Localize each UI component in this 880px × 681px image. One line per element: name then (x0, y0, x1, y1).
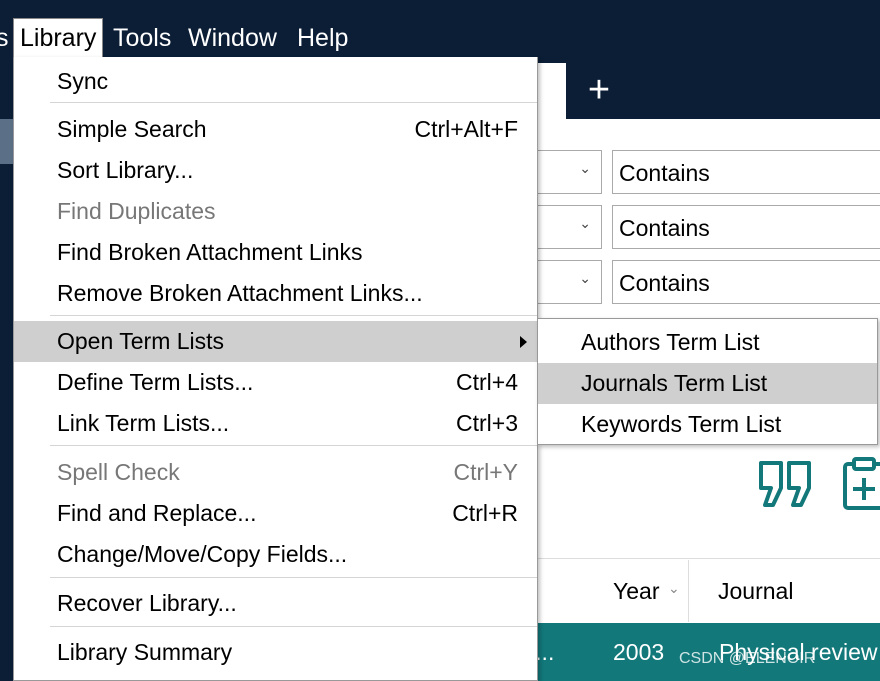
menu-separator (50, 626, 537, 627)
menu-item-remove-broken-links[interactable]: Remove Broken Attachment Links... (14, 273, 537, 314)
submenu-item-journals-term-list[interactable]: Journals Term List (538, 363, 877, 404)
menu-item-library[interactable]: Library (13, 18, 104, 58)
menu-item-label: Change/Move/Copy Fields... (57, 541, 348, 567)
menu-item-find-duplicates: Find Duplicates (14, 191, 537, 232)
menu-item-label: Define Term Lists... (57, 369, 254, 395)
search-field-select[interactable]: ⌄ (530, 150, 602, 194)
menu-item-label: Remove Broken Attachment Links... (57, 280, 423, 306)
menu-item-sort-library[interactable]: Sort Library... (14, 150, 537, 191)
menu-item-library-summary[interactable]: Library Summary (14, 632, 537, 673)
menu-item-open-term-lists[interactable]: Open Term Lists (14, 321, 537, 362)
menu-separator (50, 315, 537, 316)
active-tab[interactable] (538, 63, 566, 119)
column-header-year[interactable]: Year (613, 573, 659, 609)
menu-item-tools-clipped[interactable]: s (0, 20, 9, 58)
menu-item-recover-library[interactable]: Recover Library... (14, 583, 537, 624)
menu-bar: s Library Tools Window Help (0, 0, 880, 58)
menu-separator (50, 102, 537, 103)
menu-item-spell-check: Spell Check Ctrl+Y (14, 452, 537, 493)
menu-separator (50, 445, 537, 446)
insert-citation-icon[interactable] (758, 460, 814, 508)
menu-item-shortcut: Ctrl+Y (453, 459, 518, 485)
menu-item-label: Keywords Term List (581, 411, 782, 437)
menu-item-link-term-lists[interactable]: Link Term Lists... Ctrl+3 (14, 403, 537, 444)
chevron-down-icon: ⌄ (579, 270, 591, 286)
menu-item-shortcut: Ctrl+R (452, 500, 518, 526)
menu-item-tools[interactable]: Tools (113, 20, 171, 58)
reference-list-header (530, 558, 880, 623)
menu-item-help[interactable]: Help (297, 20, 348, 58)
menu-item-label: Simple Search (57, 116, 207, 142)
search-condition-select[interactable]: Contains (612, 260, 880, 304)
search-condition-select[interactable]: Contains (612, 205, 880, 249)
menu-item-shortcut: Ctrl+3 (456, 410, 518, 436)
menu-item-find-and-replace[interactable]: Find and Replace... Ctrl+R (14, 493, 537, 534)
menu-item-label: Find Duplicates (57, 198, 216, 224)
submenu-item-keywords-term-list[interactable]: Keywords Term List (538, 404, 877, 445)
column-header-journal[interactable]: Journal (718, 573, 793, 609)
column-divider[interactable] (688, 560, 689, 622)
menu-item-label: Link Term Lists... (57, 410, 230, 436)
menu-item-label: Spell Check (57, 459, 180, 485)
search-condition-select[interactable]: Contains (612, 150, 880, 194)
menu-item-label: Library Summary (57, 639, 233, 665)
chevron-down-icon: ⌄ (579, 215, 591, 231)
search-field-select[interactable]: ⌄ (530, 260, 602, 304)
menu-item-sync[interactable]: Sync (14, 61, 537, 102)
menu-item-find-broken-links[interactable]: Find Broken Attachment Links (14, 232, 537, 273)
watermark: CSDN @ELENOIR (679, 650, 816, 667)
add-tab-button[interactable]: + (582, 68, 616, 112)
chevron-down-icon[interactable]: ⌄ (668, 580, 680, 597)
submenu-item-authors-term-list[interactable]: Authors Term List (538, 322, 877, 363)
menu-item-label: Sync (57, 68, 109, 94)
menu-item-window[interactable]: Window (188, 20, 277, 58)
menu-item-shortcut: Ctrl+4 (456, 369, 518, 395)
cell-year: 2003 (613, 639, 665, 665)
search-field-select[interactable]: ⌄ (530, 205, 602, 249)
term-lists-submenu: Authors Term List Journals Term List Key… (537, 318, 878, 445)
library-menu: Sync Simple Search Ctrl+Alt+F Sort Libra… (13, 57, 538, 681)
menu-item-label: Authors Term List (581, 329, 760, 355)
chevron-down-icon: ⌄ (579, 160, 591, 176)
menu-item-shortcut: Ctrl+Alt+F (414, 116, 518, 142)
menu-item-label: Sort Library... (57, 157, 194, 183)
menu-item-label: Find Broken Attachment Links (57, 239, 363, 265)
menu-item-label: Open Term Lists (57, 328, 225, 354)
submenu-arrow-icon (520, 336, 527, 348)
menu-item-change-move-copy-fields[interactable]: Change/Move/Copy Fields... (14, 534, 537, 575)
clipboard-add-icon[interactable] (842, 456, 880, 512)
selected-group-indicator (0, 119, 14, 164)
menu-item-label: Find and Replace... (57, 500, 257, 526)
menu-separator (50, 577, 537, 578)
menu-item-define-term-lists[interactable]: Define Term Lists... Ctrl+4 (14, 362, 537, 403)
menu-item-label: Recover Library... (57, 590, 237, 616)
menu-item-label: Journals Term List (581, 370, 768, 396)
menu-item-simple-search[interactable]: Simple Search Ctrl+Alt+F (14, 109, 537, 150)
